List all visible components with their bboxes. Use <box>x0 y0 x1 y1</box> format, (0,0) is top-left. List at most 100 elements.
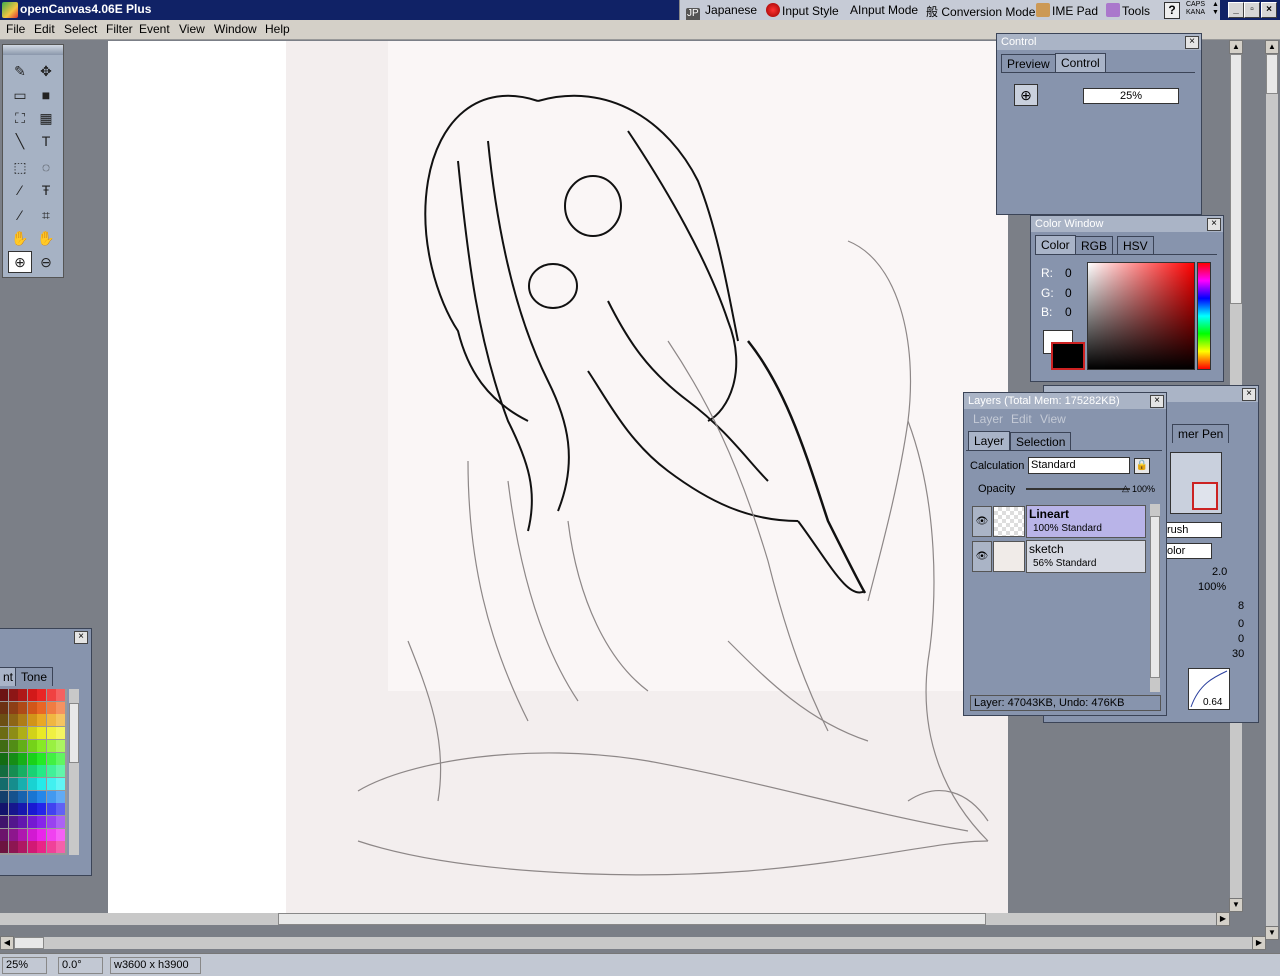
palette-swatch[interactable] <box>37 714 46 727</box>
palette-swatch[interactable] <box>18 739 27 752</box>
brush-name-field[interactable]: rush <box>1166 522 1222 538</box>
palette-swatch[interactable] <box>18 816 27 828</box>
color-palette-grid[interactable] <box>0 689 67 855</box>
control-close-icon[interactable]: × <box>1185 36 1199 49</box>
layers-menu-layer[interactable]: Layer <box>973 412 1003 426</box>
palette-swatch[interactable] <box>8 689 18 701</box>
palette-swatch[interactable] <box>27 790 37 803</box>
palette-swatch[interactable] <box>27 739 37 752</box>
palette-swatch[interactable] <box>56 790 65 803</box>
scroll-up-button[interactable]: ▲ <box>1229 40 1243 54</box>
ime-pad[interactable]: IME Pad <box>1036 3 1098 18</box>
palette-swatch[interactable] <box>37 803 46 816</box>
tab-rgb[interactable]: RGB <box>1075 236 1114 255</box>
palette-swatch[interactable] <box>46 777 56 790</box>
palette-swatch[interactable] <box>46 752 56 765</box>
saturation-value-picker[interactable] <box>1087 262 1195 370</box>
pencil-tool-icon[interactable]: ✎ <box>9 61 31 81</box>
ime-tools[interactable]: Tools <box>1106 3 1150 18</box>
palette-swatch[interactable] <box>0 727 8 740</box>
palette-swatch[interactable] <box>56 727 65 740</box>
palette-swatch[interactable] <box>37 816 46 828</box>
minimize-button[interactable]: _ <box>1228 2 1244 18</box>
outer-scroll-right-button[interactable]: ▶ <box>1252 936 1266 950</box>
ime-conversion-mode[interactable]: 般 Conversion Mode <box>926 3 1035 20</box>
zoom-level-field[interactable]: 25% <box>1083 88 1179 104</box>
palette-swatch[interactable] <box>37 689 46 701</box>
palette-swatch[interactable] <box>37 727 46 740</box>
palette-swatch[interactable] <box>56 752 65 765</box>
palette-swatch[interactable] <box>56 816 65 828</box>
rotate-hand-tool-icon[interactable]: ✋ <box>35 228 57 248</box>
palette-swatch[interactable] <box>46 701 56 714</box>
outer-horizontal-scroll-thumb[interactable] <box>14 937 44 949</box>
palette-swatch[interactable] <box>0 803 8 816</box>
zoom-magnifier-icon[interactable]: ⊕ <box>1014 84 1038 106</box>
opacity-slider-handle[interactable]: △ <box>1122 483 1129 494</box>
horizontal-scroll-thumb[interactable] <box>278 913 986 925</box>
brush-color-field[interactable]: olor <box>1166 543 1212 559</box>
ime-input-mode[interactable]: AInput Mode <box>850 3 918 17</box>
foreground-color-swatch[interactable] <box>1051 342 1085 370</box>
palette-swatch[interactable] <box>0 739 8 752</box>
palette-swatch[interactable] <box>46 803 56 816</box>
tab-selection[interactable]: Selection <box>1010 432 1072 451</box>
palette-swatch[interactable] <box>8 727 18 740</box>
palette-swatch[interactable] <box>18 765 27 778</box>
palette-swatch[interactable] <box>18 689 27 701</box>
palette-swatch[interactable] <box>46 714 56 727</box>
outer-scroll-up-button[interactable]: ▲ <box>1265 40 1279 54</box>
palette-swatch[interactable] <box>37 765 46 778</box>
palette-swatch[interactable] <box>56 765 65 778</box>
palette-swatch[interactable] <box>37 841 46 854</box>
palette-swatch[interactable] <box>37 777 46 790</box>
palette-swatch[interactable] <box>27 803 37 816</box>
outer-vertical-scroll-thumb[interactable] <box>1266 54 1278 94</box>
palette-swatch[interactable] <box>46 790 56 803</box>
palette-swatch[interactable] <box>0 777 8 790</box>
palette-swatch[interactable] <box>46 739 56 752</box>
crop-tool-icon[interactable]: ⌗ <box>35 205 57 225</box>
visibility-eye-icon[interactable]: 👁 <box>972 541 992 572</box>
layers-close-icon[interactable]: × <box>1150 395 1164 408</box>
tab-preview[interactable]: Preview <box>1001 54 1056 73</box>
layer-name-cell[interactable]: Lineart 100% Standard <box>1026 505 1146 538</box>
eyedropper-tool-icon[interactable]: ⁄ <box>9 205 31 225</box>
menu-file[interactable]: File <box>6 22 25 36</box>
layers-scrollbar[interactable] <box>1150 504 1160 692</box>
gradient-tool-icon[interactable]: ▦ <box>35 108 57 128</box>
toolbox-grip[interactable] <box>3 45 63 55</box>
menu-help[interactable]: Help <box>265 22 290 36</box>
palette-swatch[interactable] <box>8 828 18 841</box>
palette-swatch[interactable] <box>46 727 56 740</box>
palette-swatch[interactable] <box>8 701 18 714</box>
outer-scroll-left-button[interactable]: ◀ <box>0 936 14 950</box>
opacity-slider[interactable] <box>1026 488 1130 490</box>
palette-swatch[interactable] <box>0 841 8 854</box>
palette-swatch[interactable] <box>18 727 27 740</box>
calculation-select[interactable]: Standard <box>1028 457 1130 474</box>
palette-swatch[interactable] <box>56 828 65 841</box>
palette-swatch[interactable] <box>27 816 37 828</box>
layer-row-lineart[interactable]: 👁 Lineart 100% Standard <box>970 504 1146 538</box>
palette-swatch[interactable] <box>18 714 27 727</box>
palette-swatch[interactable] <box>46 816 56 828</box>
drawing-canvas[interactable] <box>108 41 1008 913</box>
palette-swatch[interactable] <box>8 752 18 765</box>
palette-swatch[interactable] <box>27 714 37 727</box>
palette-swatch[interactable] <box>0 752 8 765</box>
text-select-tool-icon[interactable]: Ŧ <box>35 180 57 200</box>
selected-brush-icon[interactable] <box>1192 482 1218 510</box>
palette-swatch[interactable] <box>0 790 8 803</box>
magic-wand-tool-icon[interactable]: ⁄ <box>9 180 31 200</box>
palette-swatch[interactable] <box>56 841 65 854</box>
palette-swatch[interactable] <box>56 739 65 752</box>
palette-swatch[interactable] <box>37 739 46 752</box>
menu-view[interactable]: View <box>179 22 205 36</box>
menu-window[interactable]: Window <box>214 22 257 36</box>
layers-menu-edit[interactable]: Edit <box>1011 412 1032 426</box>
line-tool-icon[interactable]: ╲ <box>9 131 31 151</box>
palette-swatch[interactable] <box>0 701 8 714</box>
palette-swatch[interactable] <box>27 765 37 778</box>
palette-swatch[interactable] <box>46 828 56 841</box>
